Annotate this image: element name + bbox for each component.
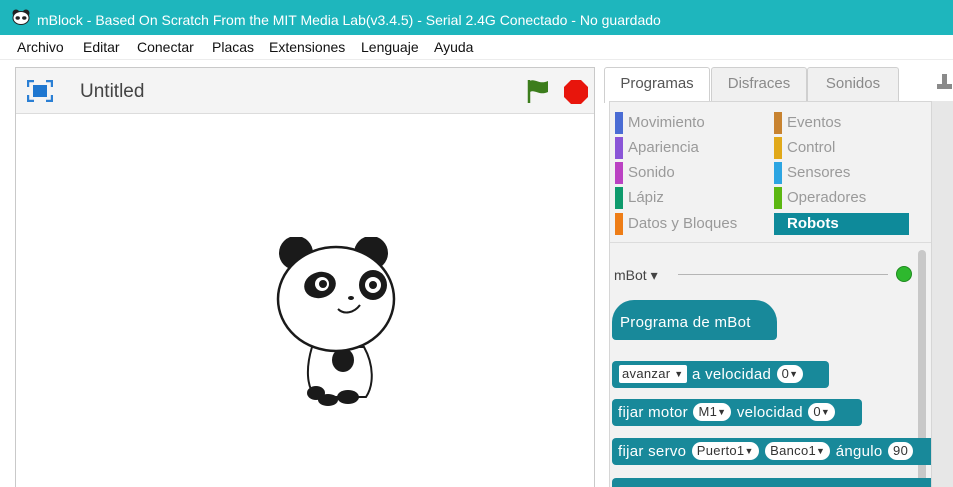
- category-label: Apariencia: [628, 139, 699, 156]
- menu-archivo[interactable]: Archivo: [17, 39, 64, 55]
- direction-value: avanzar: [622, 366, 671, 381]
- category-color: [615, 162, 623, 184]
- menu-placas[interactable]: Placas: [212, 39, 254, 55]
- block-label: Programa de mBot: [620, 314, 751, 331]
- menu-extensiones[interactable]: Extensiones: [269, 39, 345, 55]
- stamp-icon[interactable]: [936, 72, 953, 94]
- menu-conectar[interactable]: Conectar: [137, 39, 194, 55]
- category-color: [774, 187, 782, 209]
- tab-disfraces[interactable]: Disfraces: [711, 67, 807, 101]
- extension-separator: [678, 274, 888, 275]
- category-color: [615, 137, 623, 159]
- stop-icon[interactable]: [563, 79, 589, 105]
- category-label: Operadores: [787, 189, 867, 206]
- motor-port-dropdown[interactable]: M1▼: [693, 403, 732, 421]
- category-robots[interactable]: Robots: [774, 213, 909, 235]
- chevron-down-icon: ▼: [674, 369, 684, 379]
- stage-header: Untitled: [16, 68, 594, 114]
- block-set-servo-angle[interactable]: fijar servo Puerto1▼ Banco1▼ ángulo 90: [612, 438, 931, 465]
- menu-lenguaje[interactable]: Lenguaje: [361, 39, 419, 55]
- chevron-down-icon: ▼: [816, 446, 826, 456]
- speed-input[interactable]: 0▼: [808, 403, 836, 421]
- angle-input[interactable]: 90: [888, 442, 914, 460]
- chevron-down-icon: ▼: [717, 407, 727, 417]
- category-label: Sensores: [787, 164, 851, 181]
- tab-programas[interactable]: Programas: [604, 67, 710, 103]
- scripts-area[interactable]: [932, 101, 953, 487]
- category-label: Lápiz: [628, 189, 664, 206]
- block-text: velocidad: [736, 404, 803, 421]
- category-label: Sonido: [628, 164, 675, 181]
- block-programa-de-mbot[interactable]: Programa de mBot: [612, 300, 777, 340]
- category-list: Movimiento Eventos Apariencia Control So…: [610, 102, 931, 242]
- servo-port-dropdown[interactable]: Puerto1▼: [691, 442, 759, 460]
- stage-canvas[interactable]: [16, 114, 594, 487]
- servo-port-value: Puerto1: [696, 443, 745, 458]
- chevron-down-icon: ▼: [789, 369, 799, 379]
- green-flag-icon[interactable]: [526, 78, 550, 104]
- servo-slot-dropdown[interactable]: Banco1▼: [765, 442, 831, 460]
- block-set-motor-speed[interactable]: fijar motor M1▼ velocidad 0▼: [612, 399, 862, 426]
- servo-slot-value: Banco1: [770, 443, 817, 458]
- speed-value: 0: [813, 404, 821, 419]
- title-bar: mBlock - Based On Scratch From the MIT M…: [0, 0, 953, 35]
- category-eventos[interactable]: Eventos: [774, 112, 914, 134]
- category-operadores[interactable]: Operadores: [774, 187, 914, 209]
- category-color: [774, 162, 782, 184]
- menu-bar: Archivo Editar Conectar Placas Extension…: [0, 35, 953, 60]
- category-movimiento[interactable]: Movimiento: [615, 112, 755, 134]
- category-apariencia[interactable]: Apariencia: [615, 137, 755, 159]
- category-label: Robots: [787, 215, 839, 232]
- direction-dropdown[interactable]: avanzar ▼: [619, 365, 687, 383]
- category-label: Eventos: [787, 114, 842, 131]
- fullscreen-icon[interactable]: [27, 80, 53, 102]
- chevron-down-icon: ▼: [744, 446, 754, 456]
- tab-sonidos[interactable]: Sonidos: [807, 67, 899, 101]
- category-color: [774, 137, 782, 159]
- chevron-down-icon: ▼: [820, 407, 831, 417]
- category-control[interactable]: Control: [774, 137, 914, 159]
- angle-value: 90: [893, 443, 909, 458]
- category-label: Movimiento: [628, 114, 705, 131]
- stage-panel: Untitled: [15, 67, 595, 487]
- speed-input[interactable]: 0▼: [776, 365, 804, 383]
- block-text: fijar servo: [618, 443, 687, 460]
- palette-divider: [610, 242, 931, 243]
- menu-editar[interactable]: Editar: [83, 39, 120, 55]
- block-text: ángulo: [835, 443, 883, 460]
- menu-ayuda[interactable]: Ayuda: [434, 39, 473, 55]
- category-sensores[interactable]: Sensores: [774, 162, 914, 184]
- window-title: mBlock - Based On Scratch From the MIT M…: [37, 12, 661, 28]
- block-partial[interactable]: [612, 478, 931, 487]
- category-sonido[interactable]: Sonido: [615, 162, 755, 184]
- chevron-down-icon: ▾: [650, 267, 658, 283]
- category-label: Control: [787, 139, 836, 156]
- category-lapiz[interactable]: Lápiz: [615, 187, 755, 209]
- category-label: Datos y Bloques: [628, 215, 738, 232]
- panda-sprite[interactable]: [276, 237, 402, 409]
- extension-label: mBot: [614, 267, 647, 283]
- extension-mbot-menu[interactable]: mBot ▾: [614, 267, 658, 284]
- block-text: fijar motor: [618, 404, 688, 421]
- motor-port-value: M1: [698, 404, 718, 419]
- connection-status-icon: [896, 266, 912, 282]
- category-color: [615, 112, 623, 134]
- category-color: [615, 213, 623, 235]
- category-datos-y-bloques[interactable]: Datos y Bloques: [615, 213, 755, 235]
- block-text: a velocidad: [691, 366, 772, 383]
- project-title[interactable]: Untitled: [80, 81, 144, 103]
- category-color: [774, 112, 782, 134]
- panda-app-icon: [12, 9, 30, 25]
- category-color: [615, 187, 623, 209]
- blocks-palette: Movimiento Eventos Apariencia Control So…: [609, 101, 932, 487]
- block-move-at-speed[interactable]: avanzar ▼ a velocidad 0▼: [612, 361, 829, 388]
